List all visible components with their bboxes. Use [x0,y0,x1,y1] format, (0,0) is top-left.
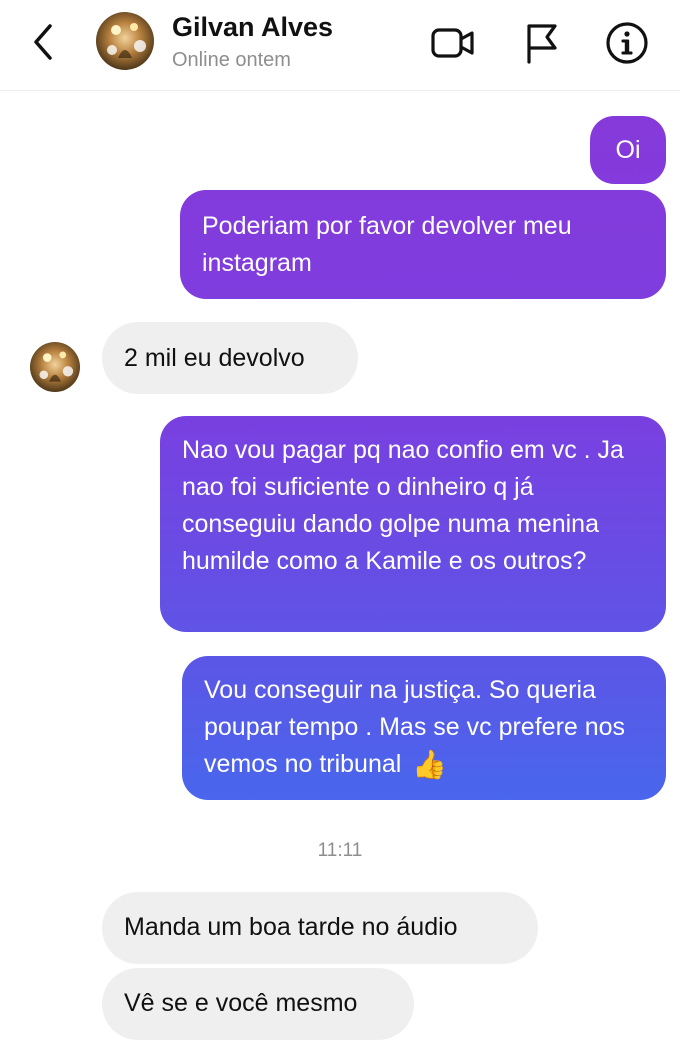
message-outgoing[interactable]: Vou conseguir na justiça. So queria poup… [182,656,666,800]
message-incoming[interactable]: 2 mil eu devolvo [102,322,358,394]
message-incoming[interactable]: Manda um boa tarde no áudio [102,892,538,964]
back-chevron-icon[interactable] [26,20,66,64]
online-status: Online ontem [172,49,291,71]
message-outgoing[interactable]: Poderiam por favor devolver meu instagra… [180,190,666,299]
video-call-icon[interactable] [426,16,480,70]
message-outgoing[interactable]: Nao vou pagar pq nao confio em vc . Ja n… [160,416,666,632]
info-icon[interactable] [600,16,654,70]
chat-header: Gilvan Alves Online ontem [0,0,680,91]
report-flag-icon[interactable] [514,16,568,70]
message-timestamp: 11:11 [317,840,363,861]
thumbs-up-emoji: 👍 [412,749,448,780]
message-incoming[interactable]: Vê se e você mesmo [102,968,414,1040]
contact-avatar[interactable] [30,342,80,392]
message-outgoing[interactable]: Oi [590,116,666,184]
avatar[interactable] [96,12,154,70]
contact-name[interactable]: Gilvan Alves [172,12,333,43]
